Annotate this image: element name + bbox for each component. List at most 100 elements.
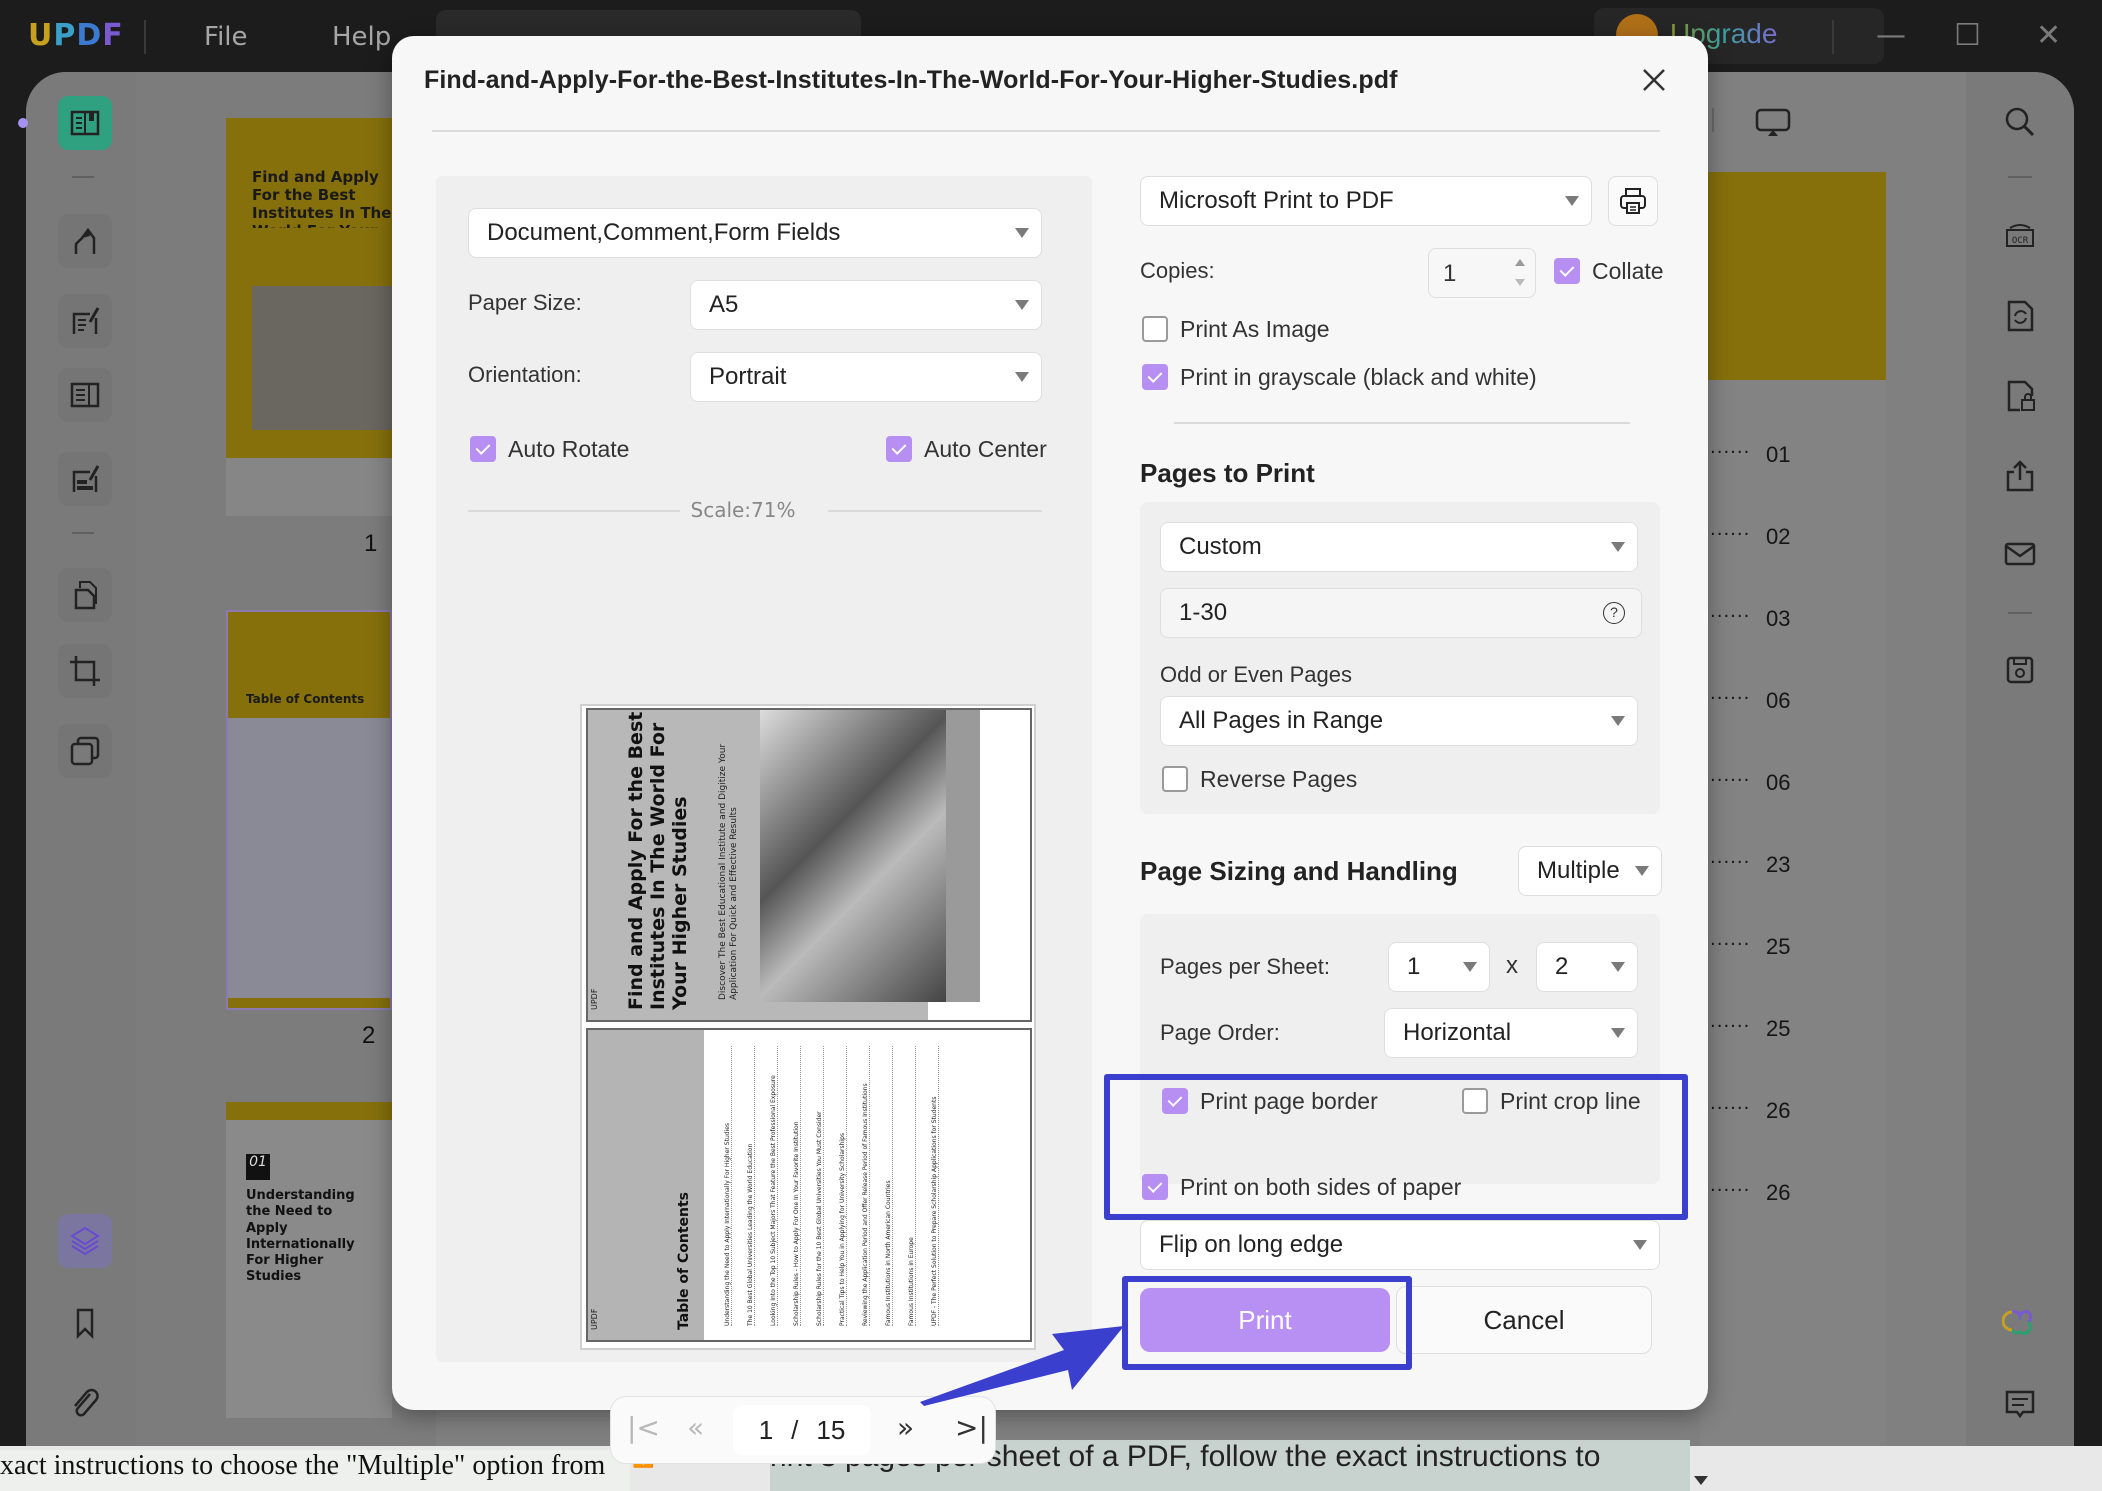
search-icon[interactable] (1996, 98, 2044, 146)
auto-center-checkbox[interactable] (886, 436, 912, 462)
convert-icon[interactable] (1996, 292, 2044, 340)
page-order-select[interactable]: Horizontal (1384, 1008, 1638, 1058)
grayscale-label: Print in grayscale (black and white) (1180, 364, 1537, 390)
edit-text-icon[interactable] (58, 294, 112, 348)
layers-icon[interactable] (58, 1214, 112, 1268)
toc-entry: Famous Institutions in Europe (908, 1046, 916, 1326)
grayscale-checkbox[interactable] (1142, 364, 1168, 390)
page-separator: / (791, 1414, 799, 1445)
last-page-button[interactable]: >| (955, 1411, 988, 1444)
increment-icon[interactable] (1515, 259, 1525, 266)
flip-select[interactable]: Flip on long edge (1140, 1220, 1660, 1270)
comment-icon[interactable] (1996, 1380, 2044, 1428)
close-window-icon[interactable]: ✕ (2036, 18, 2061, 53)
collate-checkbox[interactable] (1554, 258, 1580, 284)
toc-entry: Famous Institutions in North American Co… (885, 1046, 893, 1326)
first-page-button[interactable]: |< (627, 1411, 660, 1444)
help-icon[interactable]: ? (1603, 602, 1625, 624)
print-as-image-checkbox[interactable] (1142, 316, 1168, 342)
minimize-icon[interactable]: — (1876, 18, 1906, 53)
chevron-down-icon (1611, 962, 1625, 972)
brand-label: UPDF (590, 988, 599, 1010)
reverse-pages-checkbox[interactable] (1162, 766, 1188, 792)
paper-size-select[interactable]: A5 (690, 280, 1042, 330)
scroll-down-icon[interactable] (1694, 1476, 1708, 1485)
print-preview: Find and Apply For the Best Institutes I… (580, 704, 1036, 1350)
toc-entry: Looking Into the Top 10 Subject Majors T… (770, 1046, 778, 1326)
reader-icon[interactable] (58, 96, 112, 150)
printer-properties-button[interactable] (1608, 176, 1658, 226)
toc-leader: ······ (1710, 606, 1751, 627)
auto-center-label: Auto Center (924, 436, 1047, 462)
toc-leader: ······ (1710, 1098, 1751, 1119)
toc-page-number: 25 (1766, 1016, 1791, 1041)
print-as-image-label: Print As Image (1180, 316, 1330, 342)
toc-entry: The 10 Best Global Universities Leading … (747, 1046, 755, 1326)
protect-icon[interactable] (1996, 372, 2044, 420)
current-page[interactable]: 1 (759, 1415, 773, 1446)
orientation-label: Orientation: (468, 362, 582, 387)
toc-page-number: 03 (1766, 606, 1791, 631)
auto-rotate-checkbox[interactable] (470, 436, 496, 462)
right-toolbar (1966, 72, 2074, 1446)
toc-leader: ······ (1710, 852, 1751, 873)
highlighter-icon[interactable] (58, 214, 112, 268)
copies-input[interactable]: 1 (1428, 248, 1536, 298)
thumbnail-page-1[interactable]: Find and Apply For the Best Institutes I… (226, 118, 392, 516)
divider (432, 130, 1660, 132)
menu-help[interactable]: Help (332, 22, 391, 52)
collapse-dot[interactable] (18, 118, 28, 128)
maximize-icon[interactable]: ☐ (1954, 18, 1981, 53)
printer-select[interactable]: Microsoft Print to PDF (1140, 176, 1592, 226)
page-input[interactable]: 1 / 15 (733, 1405, 871, 1455)
page-organize-icon[interactable] (58, 368, 112, 422)
page-header-band (1700, 172, 1886, 380)
menu-file[interactable]: File (204, 22, 248, 52)
odd-even-select[interactable]: All Pages in Range (1160, 696, 1638, 746)
cancel-button[interactable]: Cancel (1396, 1286, 1652, 1354)
email-icon[interactable] (1996, 530, 2044, 578)
chevron-down-icon (1015, 372, 1029, 382)
share-icon[interactable] (1996, 452, 2044, 500)
present-icon[interactable] (1754, 104, 1794, 140)
auto-rotate-label: Auto Rotate (508, 436, 630, 462)
attachment-icon[interactable] (58, 1376, 112, 1430)
batch-icon[interactable] (58, 724, 112, 778)
preview-page-toc: Table of Contents UPDF Understanding the… (586, 1028, 1032, 1342)
pages-per-sheet-y-select[interactable]: 2 (1536, 942, 1638, 992)
bookmark-icon[interactable] (58, 1296, 112, 1350)
chevron-down-icon (1565, 196, 1579, 206)
organize-pages-icon[interactable] (58, 568, 112, 622)
printer-icon (1620, 188, 1646, 214)
orientation-select[interactable]: Portrait (690, 352, 1042, 402)
chevron-down-icon (1611, 716, 1625, 726)
copies-label: Copies: (1140, 258, 1215, 283)
close-icon[interactable] (1632, 58, 1676, 102)
page-number: 2 (362, 1022, 376, 1049)
crop-icon[interactable] (58, 644, 112, 698)
next-page-button[interactable]: » (897, 1411, 914, 1444)
thumbnail-page-2[interactable]: Table of Contents (226, 610, 392, 1010)
chevron-down-icon (1015, 300, 1029, 310)
divider (1832, 20, 1834, 54)
toc-leader: ······ (1710, 1180, 1751, 1201)
decrement-icon[interactable] (1515, 279, 1525, 286)
page-range-mode-select[interactable]: Custom (1160, 522, 1638, 572)
ocr-icon[interactable]: OCR (1996, 212, 2044, 260)
page-navigator: |< « 1 / 15 » >| (610, 1396, 996, 1464)
annotation-highlight-box (1122, 1276, 1412, 1370)
content-select[interactable]: Document,Comment,Form Fields (468, 208, 1042, 258)
page-sizing-select[interactable]: Multiple (1518, 846, 1662, 896)
form-edit-icon[interactable] (58, 452, 112, 506)
page-range-input[interactable]: 1-30 ? (1160, 588, 1642, 638)
prev-page-button[interactable]: « (687, 1411, 704, 1444)
updf-logo: UPDF (28, 18, 124, 53)
thumbnail-page-3[interactable]: 01 Understanding the Need to Apply Inter… (226, 1102, 392, 1418)
save-icon[interactable] (1996, 646, 2044, 694)
divider (72, 532, 94, 534)
scale-label: Scale:71% (690, 498, 796, 522)
ai-assistant-icon[interactable] (1996, 1298, 2044, 1346)
toc-page-number: 23 (1766, 852, 1791, 877)
pages-per-sheet-x-select[interactable]: 1 (1388, 942, 1490, 992)
chevron-down-icon (1611, 1028, 1625, 1038)
